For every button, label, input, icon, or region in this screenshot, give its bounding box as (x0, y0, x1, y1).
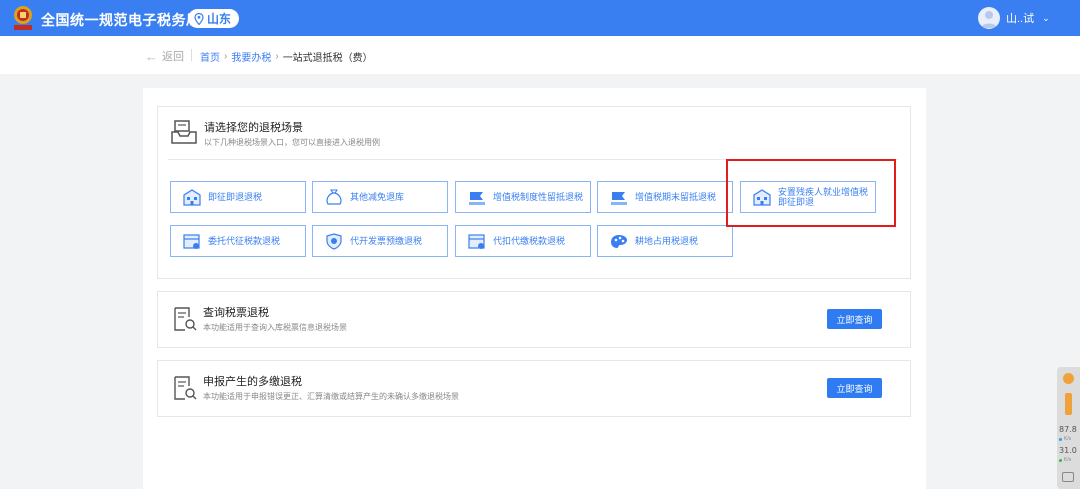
speed-value: 87.8 (1059, 425, 1077, 434)
query-now-button[interactable]: 立即查询 (827, 309, 882, 329)
flag-icon (469, 192, 485, 205)
back-label: 返回 (162, 51, 184, 63)
section-description: 以下几种退税场景入口，您可以直接进入退税用例 (204, 138, 380, 147)
tile-period-end-credit-refund[interactable]: 增值税期末留抵退税 (597, 181, 733, 213)
tile-withholding-refund[interactable]: 代扣代缴税款退税 (455, 225, 591, 257)
section-description: 本功能适用于查询入库税票信息退税场景 (203, 323, 347, 332)
speed-unit: K/s (1064, 436, 1072, 442)
upload-dot (1059, 438, 1062, 441)
network-speed-widget[interactable]: 87.8 K/s 31.0 K/s (1057, 367, 1080, 489)
speed-value: 31.0 (1059, 446, 1077, 455)
shield-icon (326, 233, 342, 250)
chevron-down-icon: ⌄ (1042, 12, 1050, 23)
divider (168, 159, 898, 160)
refund-scenario-section: 请选择您的退税场景 以下几种退税场景入口，您可以直接进入退税用例 即征即退退税 … (157, 106, 911, 279)
back-button[interactable]: ← 返回 (145, 48, 184, 64)
download-dot (1059, 459, 1062, 462)
tile-other-reduction[interactable]: 其他减免退库 (312, 181, 448, 213)
document-search-icon (174, 307, 197, 331)
status-icon (1063, 373, 1074, 384)
breadcrumb-separator: › (224, 51, 228, 62)
region-selector[interactable]: 山东 (188, 9, 240, 28)
tile-farmland-occupation-refund[interactable]: 耕地占用税退税 (597, 225, 733, 257)
window-icon (1062, 472, 1074, 482)
tile-institutional-credit-refund[interactable]: 增值税制度性留抵退税 (455, 181, 591, 213)
tile-invoice-prepayment-refund[interactable]: 代开发票预缴退税 (312, 225, 448, 257)
user-avatar-icon (981, 11, 997, 28)
section-title: 申报产生的多缴退税 (203, 376, 302, 388)
tile-disabled-employment-refund[interactable]: 安置残疾人就业增值税即征即退 (740, 181, 876, 213)
tile-label: 代扣代缴税款退税 (493, 236, 566, 246)
breadcrumb-bar: ← 返回 首页 › 我要办税 › 一站式退抵税（费） (0, 36, 1080, 74)
inbox-tray-icon (171, 120, 197, 144)
tile-entrusted-collection-refund[interactable]: 委托代征税款退税 (170, 225, 306, 257)
divider (191, 49, 192, 61)
back-arrow-icon: ← (145, 48, 158, 64)
tile-label: 即征即退退税 (208, 192, 263, 202)
section-title: 查询税票退税 (203, 307, 269, 319)
section-description: 本功能适用于申报错误更正、汇算清缴或结算产生的未确认多缴退税场景 (203, 392, 459, 401)
tile-label: 其他减免退库 (350, 192, 405, 202)
tile-label: 代开发票预缴退税 (350, 236, 423, 246)
id-card-icon (468, 234, 485, 249)
tile-label: 增值税制度性留抵退税 (493, 192, 584, 202)
breadcrumb-home[interactable]: 首页 (200, 49, 220, 64)
overpaid-refund-section: 申报产生的多缴退税 本功能适用于申报错误更正、汇算清缴或结算产生的未确认多缴退税… (157, 360, 911, 417)
speed-unit: K/s (1064, 457, 1072, 463)
tile-immediate-refund[interactable]: 即征即退退税 (170, 181, 306, 213)
avatar (978, 7, 1000, 29)
palette-icon (611, 235, 627, 248)
location-pin-icon (194, 12, 204, 25)
breadcrumb: 首页 › 我要办税 › 一站式退抵税（费） (200, 49, 373, 64)
section-title: 请选择您的退税场景 (204, 122, 303, 134)
user-name: 山..试 (1006, 13, 1035, 25)
query-now-button[interactable]: 立即查询 (827, 378, 882, 398)
id-card-icon (183, 234, 200, 249)
breadcrumb-tax-handling[interactable]: 我要办税 (231, 49, 271, 64)
tile-label: 安置残疾人就业增值税即征即退 (778, 187, 869, 207)
breadcrumb-separator: › (275, 51, 279, 62)
breadcrumb-current: 一站式退抵税（费） (282, 53, 373, 64)
tax-emblem-icon (14, 6, 32, 30)
flag-icon (611, 192, 627, 205)
top-header: 全国统一规范电子税务局 山东 山..试 ⌄ (0, 0, 1080, 36)
site-title[interactable]: 全国统一规范电子税务局 (41, 10, 201, 30)
query-tax-receipt-section: 查询税票退税 本功能适用于查询入库税票信息退税场景 立即查询 (157, 291, 911, 348)
money-bag-icon (326, 189, 342, 205)
region-label: 山东 (207, 12, 232, 26)
document-search-icon (174, 376, 197, 400)
user-menu[interactable]: 山..试 ⌄ (978, 7, 1050, 29)
building-icon (753, 189, 771, 206)
building-icon (183, 189, 201, 206)
main-panel: 请选择您的退税场景 以下几种退税场景入口，您可以直接进入退税用例 即征即退退税 … (143, 88, 926, 489)
usage-bar (1065, 393, 1072, 415)
tile-label: 耕地占用税退税 (635, 236, 699, 246)
tile-label: 委托代征税款退税 (208, 236, 281, 246)
tile-label: 增值税期末留抵退税 (635, 192, 717, 202)
